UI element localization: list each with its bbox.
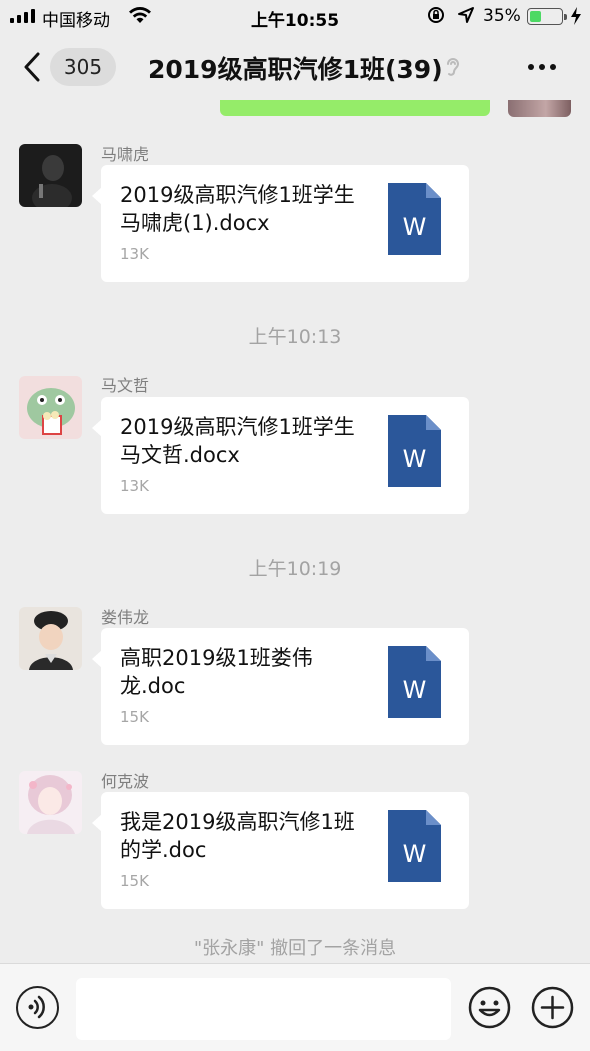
svg-text:W: W [403,445,427,473]
timestamp: 上午10:13 [248,326,342,348]
sender-name: 马文哲 [101,376,150,395]
word-file-icon: W [388,183,441,255]
file-message-bubble[interactable]: 2019级高职汽修1班学生马文哲.docx 13K W [92,397,469,514]
timestamp: 上午10:19 [248,558,342,580]
chat-header: 305 2019级高职汽修1班(39) [0,34,590,100]
battery-level [530,11,541,22]
file-size: 13K [120,245,149,263]
avatar[interactable] [19,144,82,207]
word-file-icon: W [388,646,441,718]
svg-text:W: W [403,840,427,868]
battery-percent: 35% [483,6,521,26]
file-name: 我是2019级高职汽修1班的学.doc [120,810,355,862]
word-file-icon: W [388,415,441,487]
file-message-bubble[interactable]: 高职2019级1班娄伟龙.doc 15K W [92,628,469,745]
status-bar: 中国移动 上午10:55 35% [0,0,590,34]
recall-notice: "张永康" 撤回了一条消息 [193,938,397,959]
svg-text:W: W [403,213,427,241]
file-name: 2019级高职汽修1班学生马啸虎(1).docx [120,183,355,235]
battery-icon [527,8,567,25]
sender-name: 马啸虎 [101,145,150,164]
plus-icon[interactable] [531,986,574,1029]
word-file-icon: W [388,810,441,882]
avatar[interactable] [19,771,82,834]
sender-name: 何克波 [101,772,150,791]
file-size: 15K [120,872,149,890]
file-message-bubble[interactable]: 我是2019级高职汽修1班的学.doc 15K W [92,792,469,909]
sent-message-bubble[interactable] [220,100,490,116]
message-input[interactable] [76,978,451,1040]
ear-icon [447,58,460,76]
file-size: 13K [120,477,149,495]
file-name: 2019级高职汽修1班学生马文哲.docx [120,415,355,467]
svg-text:W: W [403,676,427,704]
emoji-icon[interactable] [468,986,511,1029]
chevron-left-icon[interactable] [22,52,42,82]
location-icon [458,7,474,23]
file-name: 高职2019级1班娄伟龙.doc [120,646,313,698]
avatar[interactable] [19,607,82,670]
sender-name: 娄伟龙 [101,608,150,627]
my-avatar[interactable] [508,100,571,117]
rotation-lock-icon [428,7,444,23]
input-bar [0,963,590,1051]
more-icon[interactable] [528,64,556,70]
chat-title: 2019级高职汽修1班(39) [148,55,443,84]
avatar[interactable] [19,376,82,439]
charging-icon [571,7,581,25]
voice-icon[interactable] [16,986,59,1029]
file-size: 15K [120,708,149,726]
unread-count-badge[interactable]: 305 [50,48,116,86]
file-message-bubble[interactable]: 2019级高职汽修1班学生马啸虎(1).docx 13K W [92,165,469,282]
